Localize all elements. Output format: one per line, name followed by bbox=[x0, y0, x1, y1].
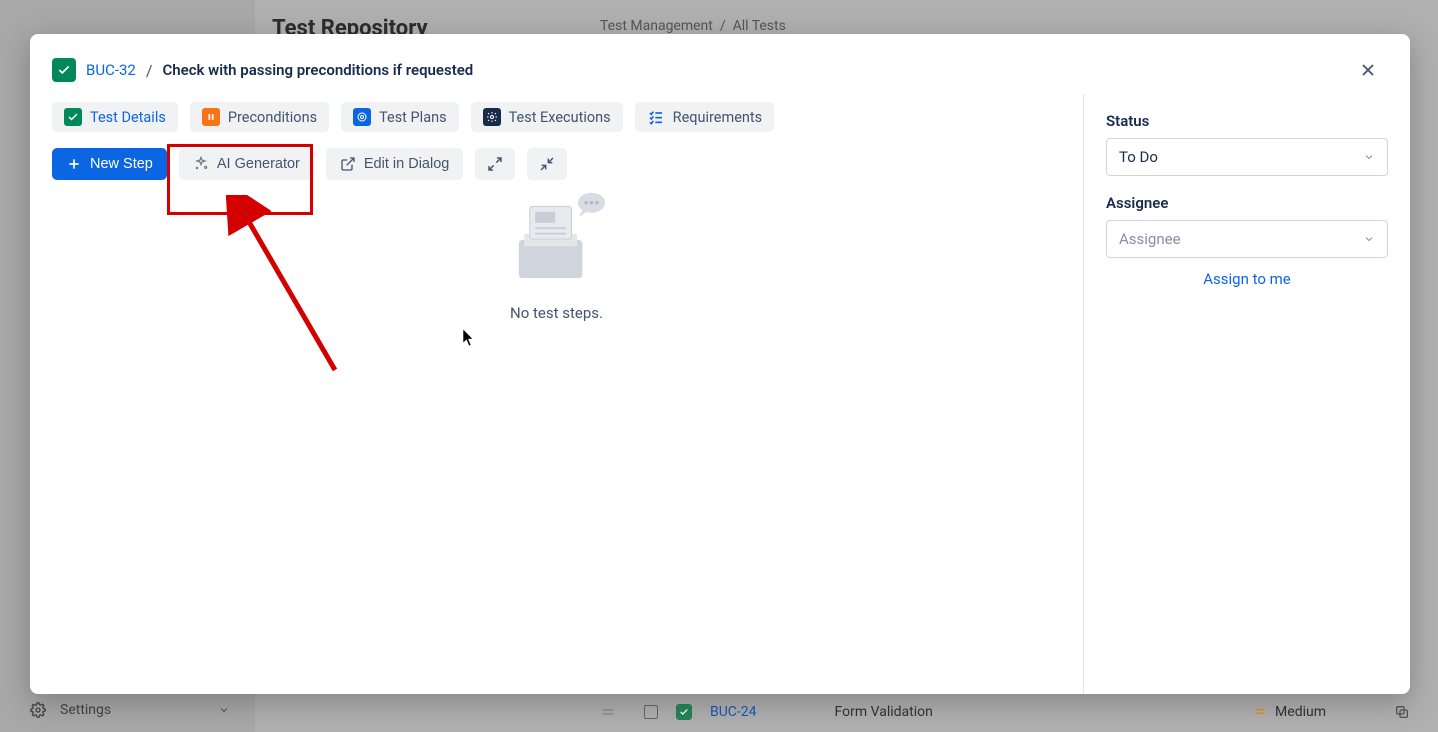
collapse-button[interactable] bbox=[527, 148, 567, 180]
issue-title: Check with passing preconditions if requ… bbox=[162, 61, 473, 79]
assignee-placeholder: Assignee bbox=[1119, 230, 1181, 248]
close-button[interactable] bbox=[1354, 56, 1382, 84]
empty-message: No test steps. bbox=[510, 304, 603, 322]
external-link-icon bbox=[340, 156, 356, 172]
issue-key-link[interactable]: BUC-24 bbox=[710, 704, 757, 720]
breadcrumb: Test Management / All Tests bbox=[600, 18, 786, 34]
pause-icon bbox=[202, 108, 220, 126]
copy-icon[interactable] bbox=[1394, 704, 1410, 720]
button-label: Edit in Dialog bbox=[364, 156, 449, 172]
main-pane: Test Details Preconditions Test Plans bbox=[30, 94, 1084, 694]
assign-to-me-link[interactable]: Assign to me bbox=[1106, 270, 1388, 288]
tab-label: Test Executions bbox=[509, 109, 611, 126]
tab-label: Test Details bbox=[90, 109, 166, 126]
plus-icon bbox=[66, 156, 82, 172]
drag-handle-icon[interactable] bbox=[600, 704, 616, 720]
status-label: Status bbox=[1106, 112, 1388, 130]
checklist-icon bbox=[647, 108, 665, 126]
modal-header: BUC-32 / Check with passing precondition… bbox=[30, 34, 1410, 94]
chevron-down-icon bbox=[1363, 233, 1375, 245]
tab-test-details[interactable]: Test Details bbox=[52, 102, 178, 132]
close-icon bbox=[1358, 60, 1378, 80]
gear-icon bbox=[30, 702, 46, 718]
row-checkbox[interactable] bbox=[644, 705, 658, 719]
issue-key-link[interactable]: BUC-32 bbox=[86, 61, 136, 79]
check-icon bbox=[64, 108, 82, 126]
tab-preconditions[interactable]: Preconditions bbox=[190, 102, 329, 132]
chevron-down-icon bbox=[1363, 151, 1375, 163]
status-select[interactable]: To Do bbox=[1106, 138, 1388, 176]
tab-label: Preconditions bbox=[228, 109, 317, 126]
priority-cell: Medium bbox=[1253, 704, 1326, 720]
settings-label: Settings bbox=[60, 702, 111, 718]
settings-nav-item[interactable]: Settings bbox=[30, 702, 230, 718]
expand-icon bbox=[487, 156, 503, 172]
toolbar: New Step AI Generator Edit in Dialog bbox=[52, 148, 1061, 180]
breadcrumb-sep: / bbox=[146, 61, 153, 80]
tab-label: Requirements bbox=[673, 109, 763, 126]
edit-in-dialog-button[interactable]: Edit in Dialog bbox=[326, 148, 463, 180]
gear-badge-icon bbox=[483, 108, 501, 126]
empty-illustration bbox=[502, 190, 612, 290]
target-icon bbox=[353, 108, 371, 126]
priority-label: Medium bbox=[1275, 704, 1326, 720]
tab-bar: Test Details Preconditions Test Plans bbox=[52, 102, 1061, 132]
tab-test-executions[interactable]: Test Executions bbox=[471, 102, 623, 132]
issue-type-icon bbox=[676, 704, 692, 720]
expand-button[interactable] bbox=[475, 148, 515, 180]
sparkle-icon bbox=[193, 156, 209, 172]
button-label: AI Generator bbox=[217, 156, 300, 172]
status-value: To Do bbox=[1119, 148, 1158, 166]
tab-requirements[interactable]: Requirements bbox=[635, 102, 775, 132]
side-pane: Status To Do Assignee Assignee Assign to… bbox=[1084, 94, 1410, 694]
breadcrumb-root[interactable]: Test Management bbox=[600, 18, 713, 34]
table-row[interactable]: BUC-24 Form Validation Medium bbox=[600, 698, 1410, 726]
assignee-label: Assignee bbox=[1106, 194, 1388, 212]
collapse-icon bbox=[539, 156, 555, 172]
issue-name: Form Validation bbox=[835, 704, 933, 720]
breadcrumb-sep: / bbox=[716, 18, 732, 34]
priority-icon bbox=[1253, 705, 1267, 719]
tab-test-plans[interactable]: Test Plans bbox=[341, 102, 459, 132]
tab-label: Test Plans bbox=[379, 109, 447, 126]
new-step-button[interactable]: New Step bbox=[52, 148, 167, 180]
ai-generator-button[interactable]: AI Generator bbox=[179, 148, 314, 180]
empty-state: No test steps. bbox=[52, 190, 1061, 322]
test-detail-modal: BUC-32 / Check with passing precondition… bbox=[30, 34, 1410, 694]
issue-type-badge bbox=[52, 58, 76, 82]
assignee-select[interactable]: Assignee bbox=[1106, 220, 1388, 258]
chevron-down-icon bbox=[218, 704, 230, 716]
button-label: New Step bbox=[90, 156, 153, 172]
breadcrumb-current: All Tests bbox=[733, 18, 786, 34]
